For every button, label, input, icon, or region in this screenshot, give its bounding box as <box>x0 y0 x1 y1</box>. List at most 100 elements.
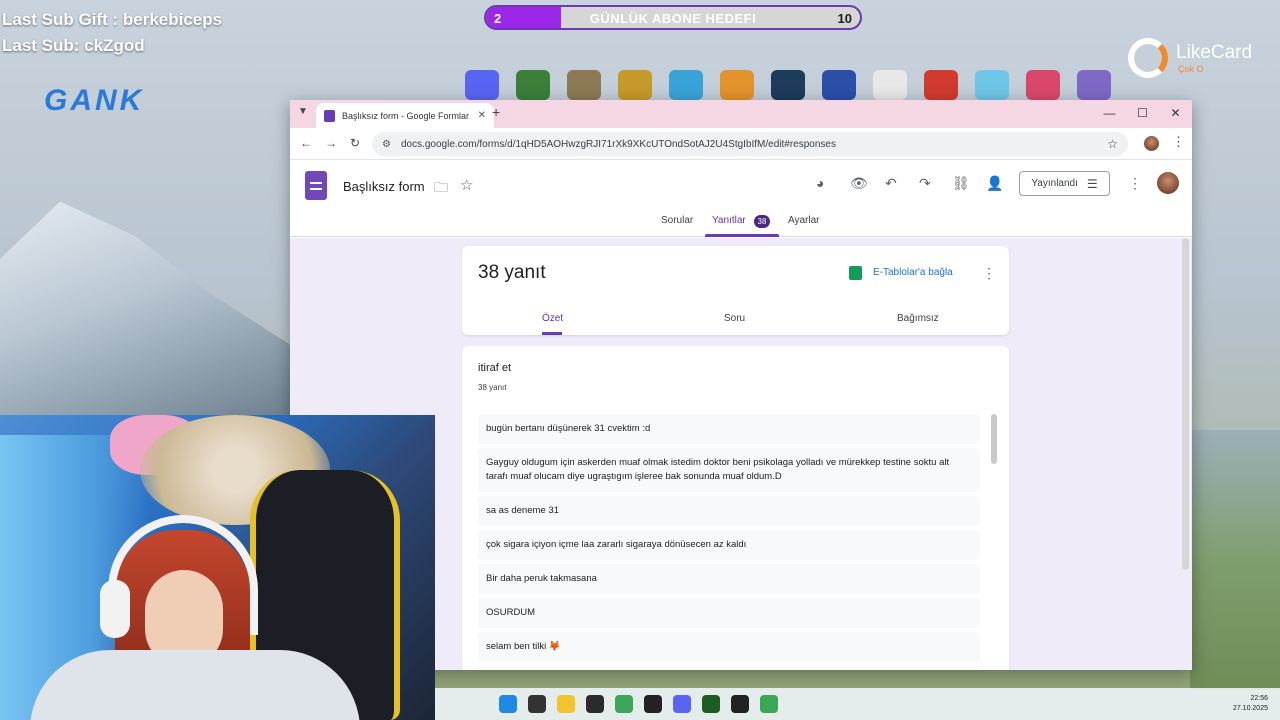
last-sub-gift-text: Last Sub Gift : berkebiceps <box>2 10 223 29</box>
chrome-icon[interactable] <box>615 695 633 713</box>
likecard-name: LikeCard <box>1176 42 1253 63</box>
browser-toolbar: ← → ↻ ⚙ docs.google.com/forms/d/1qHD5AOH… <box>290 128 1192 160</box>
taskbar: 22:56 27.10.2025 <box>435 688 1280 720</box>
discord-icon <box>465 70 499 100</box>
goal-target: 10 <box>837 11 852 26</box>
sheets-icon[interactable] <box>849 266 862 280</box>
task-view-icon[interactable] <box>528 695 546 713</box>
game-icons-row <box>465 70 1111 100</box>
answer-item: Gayguy oldugum için askerden muaf olmak … <box>478 448 980 492</box>
terminal-icon[interactable] <box>702 695 720 713</box>
answer-item: sa as deneme 31 <box>478 496 980 526</box>
responses-more-icon[interactable]: ⋮ <box>982 265 996 282</box>
reload-icon[interactable]: ↻ <box>350 136 360 150</box>
add-collaborator-icon[interactable]: 👤 <box>986 175 1003 192</box>
folder-icon[interactable]: 🗀 <box>434 177 448 201</box>
goose-icon <box>873 70 907 100</box>
answer-item: Bir daha peruk takmasana <box>478 564 980 594</box>
tab-question[interactable]: Soru <box>724 313 745 324</box>
windows-start-icon[interactable] <box>499 695 517 713</box>
g-hub-icon[interactable] <box>644 695 662 713</box>
tab-settings[interactable]: Ayarlar <box>788 215 820 226</box>
tab-title: Başlıksız form - Google Formlar <box>342 110 470 121</box>
red-creature-icon <box>924 70 958 100</box>
brawlhalla-icon <box>669 70 703 100</box>
league-icon <box>771 70 805 100</box>
url-text: docs.google.com/forms/d/1qHD5AOHwzgRJI71… <box>400 138 836 150</box>
site-info-icon[interactable]: ⚙ <box>382 139 391 150</box>
tab-individual[interactable]: Bağımsız <box>897 313 939 324</box>
bookmark-star-icon[interactable]: ☆ <box>1107 137 1118 151</box>
headset-earcup <box>100 580 130 638</box>
webcam-feed <box>0 415 435 720</box>
forms-header: Başlıksız form 🗀 ☆ ◕ 👁 ↶ ↷ ⛓ 👤 Yayınland… <box>290 160 1192 237</box>
taskbar-icons <box>499 695 778 713</box>
browser-tab[interactable]: Başlıksız form - Google Formlar ✕ <box>316 103 494 128</box>
redo-icon[interactable]: ↷ <box>919 175 931 192</box>
responses-summary-card: 38 yanıt E-Tablolar'a bağla ⋮ Özet Soru … <box>462 246 1009 335</box>
fall-guys-icon <box>975 70 1009 100</box>
responses-count-badge: 38 <box>754 215 770 228</box>
ltl-icon <box>618 70 652 100</box>
answer-item: selam ben tilki 🦊 <box>478 632 980 662</box>
app-icon[interactable] <box>586 695 604 713</box>
undo-icon[interactable]: ↶ <box>885 175 897 192</box>
window-controls: — ☐ ✕ <box>1093 100 1192 126</box>
published-button[interactable]: Yayınlandı ☰ <box>1019 171 1110 196</box>
mountain-icon <box>1077 70 1111 100</box>
likecard-tagline: Çok O <box>1178 64 1204 74</box>
page-scrollbar[interactable] <box>1182 238 1189 570</box>
answer-item: deneme 123 <box>478 666 980 670</box>
last-sub-text: Last Sub: ckZgod <box>2 36 145 55</box>
background-mountain <box>0 201 300 420</box>
question-response-count: 38 yanıt <box>478 383 507 392</box>
clock[interactable]: 22:56 27.10.2025 <box>1233 694 1268 714</box>
forward-icon[interactable]: → <box>325 136 337 150</box>
webcam-sweater <box>30 650 360 720</box>
tab-questions[interactable]: Sorular <box>661 215 693 226</box>
address-bar[interactable]: ⚙ docs.google.com/forms/d/1qHD5AOHwzgRJI… <box>372 132 1128 156</box>
tab-search-icon[interactable]: ▼ <box>298 106 308 117</box>
g-hub-2-icon[interactable] <box>731 695 749 713</box>
chrome-2-icon[interactable] <box>760 695 778 713</box>
google-forms-icon[interactable] <box>305 171 327 200</box>
published-label: Yayınlandı <box>1031 178 1078 189</box>
link-icon[interactable]: ⛓ <box>952 175 970 192</box>
maximize-icon[interactable]: ☐ <box>1126 100 1159 126</box>
counter-strike-icon <box>720 70 754 100</box>
question-title: itiraf et <box>478 362 512 374</box>
form-title[interactable]: Başlıksız form <box>343 179 425 194</box>
answer-item: çok sigara içiyon içme laa zararlı sigar… <box>478 530 980 560</box>
chrome-menu-icon[interactable]: ⋮ <box>1172 134 1185 150</box>
tab-strip: ▼ Başlıksız form - Google Formlar ✕ + — … <box>290 100 1192 128</box>
likecard-logo: LikeCard Çok O <box>1128 38 1268 80</box>
file-explorer-icon[interactable] <box>557 695 575 713</box>
gta-icon <box>516 70 550 100</box>
palette-icon[interactable]: ◕ <box>816 175 824 191</box>
minimize-icon[interactable]: — <box>1093 100 1126 126</box>
more-options-icon[interactable]: ⋮ <box>1128 175 1142 192</box>
new-tab-icon[interactable]: + <box>492 104 500 120</box>
tab-close-icon[interactable]: ✕ <box>478 110 486 121</box>
close-window-icon[interactable]: ✕ <box>1159 100 1192 126</box>
clock-date: 27.10.2025 <box>1232 705 1268 712</box>
tab-responses[interactable]: Yanıtlar <box>712 215 746 226</box>
summary-tab-indicator <box>542 332 562 335</box>
preview-eye-icon[interactable]: 👁 <box>850 175 868 192</box>
star-icon[interactable]: ☆ <box>460 176 473 194</box>
likecard-icon <box>1128 38 1168 78</box>
g-icon <box>822 70 856 100</box>
tab-summary[interactable]: Özet <box>542 313 563 324</box>
response-count-heading: 38 yanıt <box>478 262 546 283</box>
answers-list[interactable]: bugün bertanı düşünerek 31 cvektim :d Gay… <box>478 414 980 670</box>
discord-taskbar-icon[interactable] <box>673 695 691 713</box>
answer-item: OSURDUM <box>478 598 980 628</box>
link-to-sheets-button[interactable]: E-Tablolar'a bağla <box>873 267 953 278</box>
profile-avatar[interactable] <box>1144 136 1159 151</box>
pubg-icon <box>567 70 601 100</box>
wheel-icon <box>1026 70 1060 100</box>
back-icon[interactable]: ← <box>300 136 312 150</box>
account-avatar[interactable] <box>1157 172 1179 194</box>
answers-scrollbar[interactable] <box>991 414 997 464</box>
question-card: itiraf et 38 yanıt bugün bertanı düşüner… <box>462 346 1009 670</box>
